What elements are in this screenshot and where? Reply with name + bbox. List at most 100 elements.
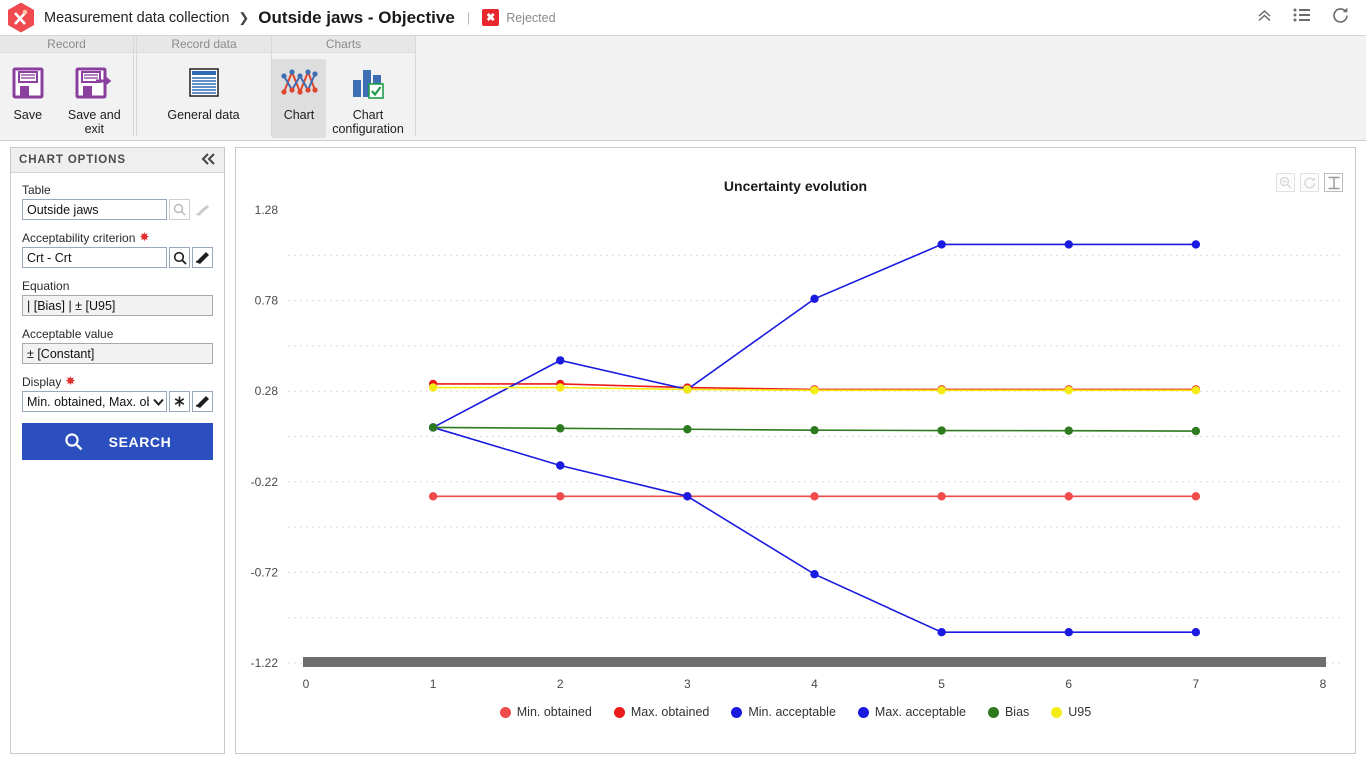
chart-data-point[interactable] bbox=[1064, 386, 1073, 395]
chart-data-point[interactable] bbox=[1191, 386, 1201, 395]
app-logo bbox=[8, 2, 34, 33]
save-button-label: Save bbox=[13, 108, 43, 122]
horizontal-range-scrollbar[interactable] bbox=[303, 657, 1326, 667]
legend-item[interactable]: Bias bbox=[987, 705, 1030, 719]
double-chevron-left-icon[interactable] bbox=[201, 153, 216, 167]
chart-data-point[interactable] bbox=[683, 492, 692, 501]
chart-data-point[interactable] bbox=[1191, 627, 1201, 637]
chart-data-point[interactable] bbox=[810, 425, 819, 435]
table-search-magnifier-icon[interactable] bbox=[169, 199, 190, 220]
chart-data-point[interactable] bbox=[1191, 240, 1201, 249]
chart-data-point[interactable] bbox=[1064, 426, 1073, 435]
chart-data-point[interactable] bbox=[683, 425, 692, 434]
chart-data-point[interactable] bbox=[556, 461, 565, 470]
collapse-up-icon[interactable] bbox=[1256, 8, 1273, 28]
floppy-disk-arrow-icon bbox=[74, 62, 114, 104]
ribbon-group-record-data-title: Record data bbox=[137, 36, 271, 53]
chart-series bbox=[428, 423, 1201, 637]
table-input[interactable] bbox=[22, 199, 167, 220]
chart-data-point[interactable] bbox=[810, 294, 819, 303]
app-header: Measurement data collection ❯ Outside ja… bbox=[0, 0, 1366, 36]
legend-item[interactable]: Min. acceptable bbox=[731, 705, 836, 719]
chart-options-panel: CHART OPTIONS Table Acceptability criter… bbox=[10, 147, 225, 754]
legend-label: Bias bbox=[1004, 705, 1030, 719]
legend-color-swatch bbox=[1051, 706, 1063, 718]
display-select-wrap[interactable] bbox=[22, 391, 167, 412]
legend-label: Max. acceptable bbox=[874, 705, 966, 719]
chart-series bbox=[428, 492, 1201, 501]
chart-data-point[interactable] bbox=[810, 492, 819, 501]
save-button[interactable]: Save bbox=[0, 59, 56, 138]
chart-data-point[interactable] bbox=[428, 492, 438, 501]
equation-input bbox=[22, 295, 213, 316]
floppy-disk-icon bbox=[11, 62, 45, 104]
chart-data-point[interactable] bbox=[1191, 492, 1201, 501]
legend-item[interactable]: Min. obtained bbox=[499, 705, 592, 719]
x-axis-tick-label: 3 bbox=[684, 677, 691, 691]
chart-configuration-button-label: Chart configuration bbox=[332, 108, 404, 136]
breadcrumb-separator-icon: ❯ bbox=[238, 9, 250, 25]
status-badge: ✖ Rejected bbox=[482, 9, 556, 26]
bar-chart-check-icon bbox=[350, 62, 386, 104]
display-asterisk-icon[interactable] bbox=[169, 391, 190, 412]
x-axis-tick-label: 1 bbox=[430, 677, 437, 691]
acceptability-criterion-eraser-brush-icon[interactable] bbox=[192, 247, 213, 268]
header-actions bbox=[1256, 6, 1350, 30]
general-data-button[interactable]: General data bbox=[137, 59, 270, 125]
display-eraser-brush-icon[interactable] bbox=[192, 391, 213, 412]
chart-data-point[interactable] bbox=[1064, 240, 1073, 249]
acceptability-criterion-search-magnifier-icon[interactable] bbox=[169, 247, 190, 268]
display-select[interactable] bbox=[22, 391, 167, 412]
legend-item[interactable]: U95 bbox=[1051, 705, 1091, 719]
chart-data-point[interactable] bbox=[1064, 492, 1073, 501]
x-axis-tick-label: 0 bbox=[303, 677, 310, 691]
chart-series bbox=[428, 240, 1201, 432]
x-axis-tick-label: 6 bbox=[1065, 677, 1072, 691]
uncertainty-evolution-chart[interactable]: 1.28 0.78 0.28 -0.22 -0.72 -1.22 0 1 2 3 4 5 6 7 8 bbox=[236, 148, 1357, 755]
legend-color-swatch bbox=[613, 706, 625, 718]
acceptability-criterion-input[interactable] bbox=[22, 247, 167, 268]
legend-item[interactable]: Max. acceptable bbox=[857, 705, 966, 719]
chart-data-point[interactable] bbox=[810, 386, 819, 395]
chart-button[interactable]: Chart bbox=[272, 59, 326, 138]
caliper-icon bbox=[14, 9, 28, 25]
chart-data-point[interactable] bbox=[937, 627, 946, 637]
chart-data-point[interactable] bbox=[683, 385, 692, 394]
y-axis-tick-label: 0.28 bbox=[255, 384, 279, 398]
chart-series bbox=[428, 423, 1201, 436]
chart-data-point[interactable] bbox=[556, 356, 565, 365]
list-menu-icon[interactable] bbox=[1293, 8, 1311, 27]
ribbon-group-record-data: Record data General data bbox=[137, 36, 272, 136]
breadcrumb-root[interactable]: Measurement data collection bbox=[44, 10, 229, 26]
chart-data-point[interactable] bbox=[556, 383, 565, 392]
chart-data-point[interactable] bbox=[556, 492, 565, 501]
search-button-label: SEARCH bbox=[108, 433, 172, 450]
chart-data-point[interactable] bbox=[937, 240, 946, 249]
save-and-exit-button[interactable]: Save and exit bbox=[56, 59, 133, 138]
refresh-icon[interactable] bbox=[1331, 6, 1350, 30]
chart-data-point[interactable] bbox=[937, 426, 946, 435]
chart-data-point[interactable] bbox=[428, 383, 438, 392]
legend-item[interactable]: Max. obtained bbox=[613, 705, 709, 719]
search-button[interactable]: SEARCH bbox=[22, 423, 213, 460]
chart-data-point[interactable] bbox=[556, 424, 565, 433]
chart-data-point[interactable] bbox=[1064, 627, 1073, 637]
x-axis-tick-label: 7 bbox=[1193, 677, 1200, 691]
chart-data-point[interactable] bbox=[1191, 426, 1201, 436]
acceptable-value-input bbox=[22, 343, 213, 364]
status-label: Rejected bbox=[506, 10, 556, 25]
acceptability-criterion-field-row bbox=[22, 247, 213, 268]
chart-data-point[interactable] bbox=[428, 423, 438, 432]
chart-data-point[interactable] bbox=[937, 386, 946, 395]
chart-data-point[interactable] bbox=[810, 570, 819, 579]
ribbon-group-record: Record Save Save and exit bbox=[0, 36, 134, 136]
chart-data-point[interactable] bbox=[937, 492, 946, 501]
chart-configuration-button[interactable]: Chart configuration bbox=[326, 59, 410, 138]
header-divider: | bbox=[466, 10, 471, 25]
required-marker-icon: ✸ bbox=[139, 230, 150, 244]
x-axis-tick-label: 2 bbox=[557, 677, 564, 691]
table-eraser-brush-icon[interactable] bbox=[192, 199, 213, 220]
document-lines-icon bbox=[187, 62, 221, 104]
chevron-down-icon[interactable] bbox=[150, 392, 166, 411]
ribbon-group-empty bbox=[416, 36, 1366, 136]
